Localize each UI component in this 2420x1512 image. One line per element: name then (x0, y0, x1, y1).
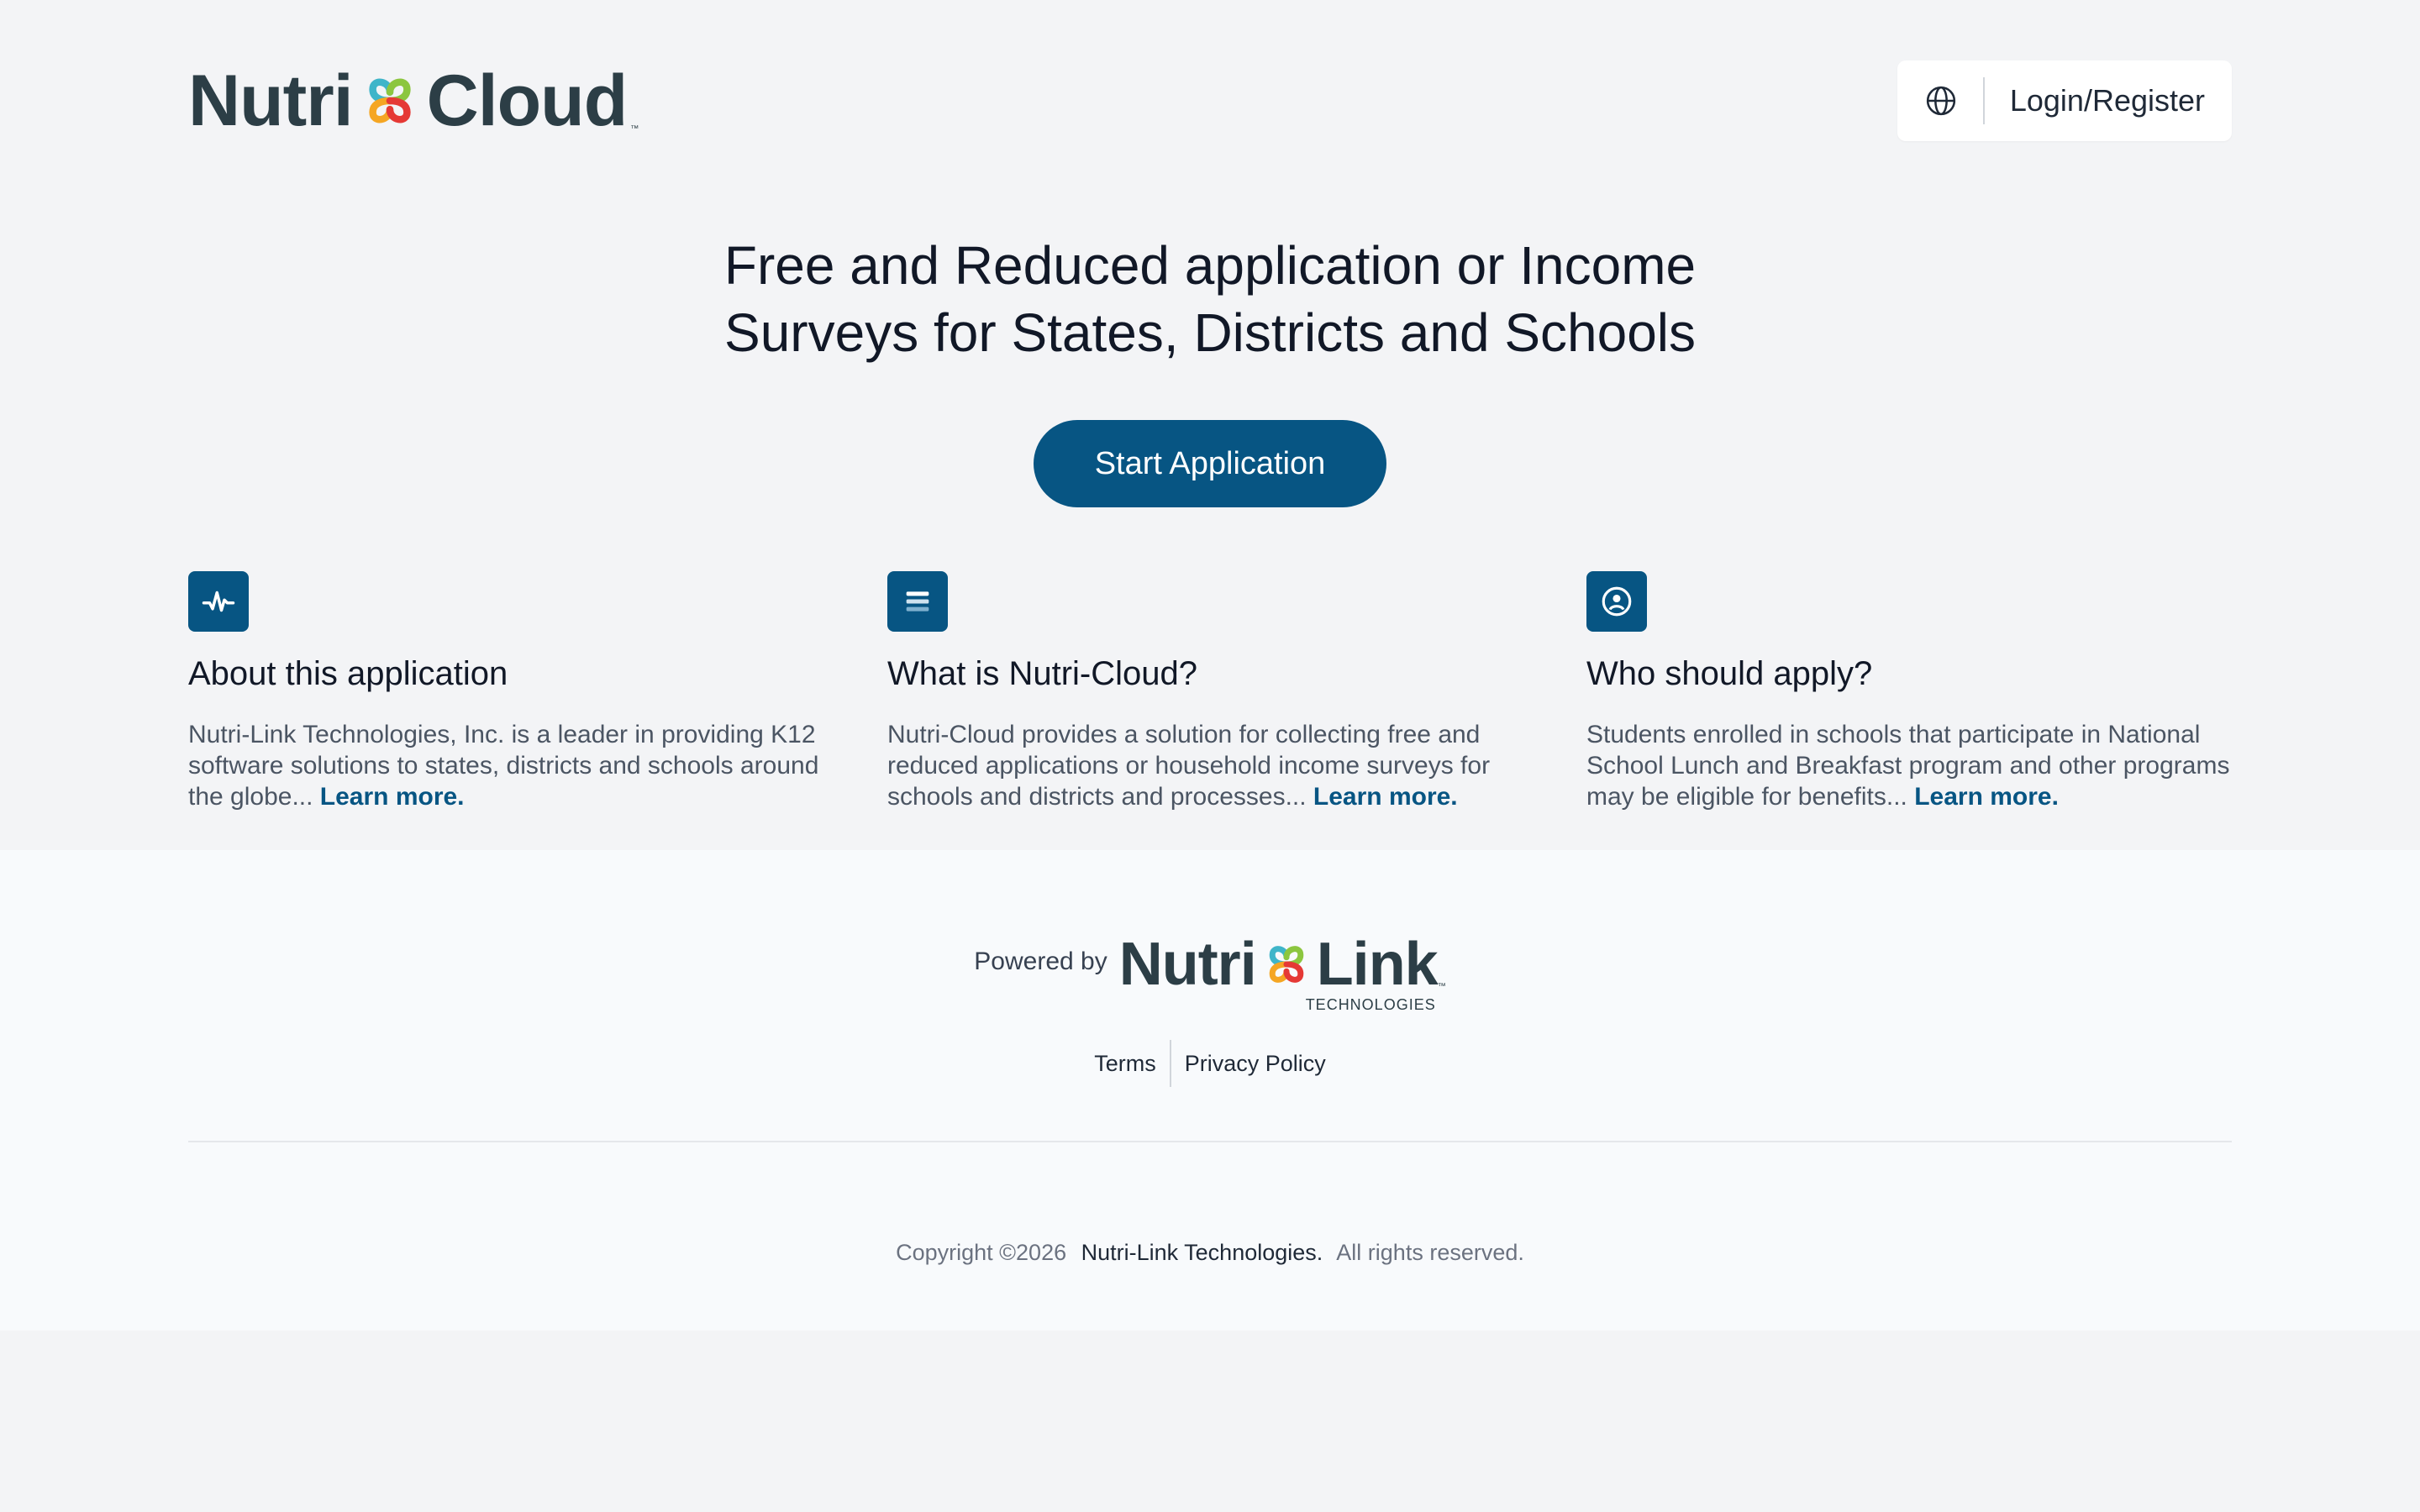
copyright-company: Nutri-Link Technologies. (1081, 1240, 1323, 1265)
landing-page: Nutri Cloud ™ Login/Register Free and Re… (0, 0, 2420, 1512)
nutri-cloud-logo[interactable]: Nutri Cloud ™ (188, 65, 639, 137)
footer: Powered by Nutri Link ™ TECHNOLOGIES Ter… (0, 850, 2420, 1331)
feature-title: Who should apply? (1586, 655, 1873, 692)
learn-more-link-who[interactable]: Learn more. (1914, 783, 2059, 811)
page-title-line-1: Free and Reduced application or Income (723, 235, 1697, 296)
feature-title: What is Nutri-Cloud? (887, 655, 1198, 692)
feature-title: About this application (188, 655, 508, 692)
brand-knot-icon (1269, 946, 1304, 983)
learn-more-link-what-is[interactable]: Learn more. (1313, 783, 1458, 811)
header-divider (1982, 77, 1985, 124)
list-icon (887, 571, 948, 632)
page-title-line-2: Surveys for States, Districts and School… (724, 302, 1696, 363)
feature-description: Nutri-Link Technologies, Inc. is a leade… (188, 719, 834, 812)
brand-word-right: Cloud (426, 60, 629, 141)
copyright-rights: All rights reserved. (1336, 1240, 1524, 1265)
header: Nutri Cloud ™ Login/Register (188, 60, 2232, 141)
nl-technologies-label: TECHNOLOGIES (1305, 996, 1436, 1013)
activity-icon (188, 571, 249, 632)
feature-who-apply: Who should apply? Students enrolled in s… (1586, 571, 2232, 812)
globe-icon[interactable] (1924, 84, 1958, 118)
login-register-link[interactable]: Login/Register (2010, 83, 2205, 118)
nl-word-left: Nutri (1118, 931, 1257, 998)
nutri-link-logo[interactable]: Nutri Link ™ TECHNOLOGIES (1119, 934, 1446, 1014)
feature-description: Nutri-Cloud provides a solution for coll… (887, 719, 1533, 812)
footer-divider (188, 1141, 2232, 1142)
learn-more-link-about[interactable]: Learn more. (320, 783, 465, 811)
start-application-button[interactable]: Start Application (1034, 420, 1386, 507)
nl-trademark: ™ (1437, 982, 1446, 991)
footer-links: Terms Privacy Policy (0, 1040, 2420, 1087)
user-circle-icon (1586, 571, 1647, 632)
copyright: Copyright ©2026 Nutri-Link Technologies.… (0, 1240, 2420, 1266)
feature-about: About this application Nutri-Link Techno… (188, 571, 834, 812)
feature-body-text: Students enrolled in schools that partic… (1586, 721, 2230, 811)
nutri-link-wordmark: Nutri Link ™ (1119, 934, 1446, 995)
header-actions: Login/Register (1897, 60, 2232, 141)
powered-by-label: Powered by (974, 948, 1107, 975)
terms-link[interactable]: Terms (1094, 1051, 1156, 1077)
brand-knot-icon (368, 78, 411, 123)
privacy-policy-link[interactable]: Privacy Policy (1185, 1051, 1326, 1077)
footer-links-divider (1169, 1040, 1171, 1087)
copyright-prefix: Copyright ©2026 (896, 1240, 1067, 1265)
brand-word-left: Nutri (188, 60, 354, 141)
feature-what-is: What is Nutri-Cloud? Nutri-Cloud provide… (887, 571, 1533, 812)
page-title: Free and Reduced application or Income S… (0, 232, 2420, 366)
feature-list: About this application Nutri-Link Techno… (188, 571, 2232, 812)
feature-body-text: Nutri-Link Technologies, Inc. is a leade… (188, 721, 819, 811)
feature-description: Students enrolled in schools that partic… (1586, 719, 2232, 812)
powered-by: Powered by Nutri Link ™ TECHNOLOGIES (0, 934, 2420, 1014)
brand-trademark: ™ (630, 124, 639, 134)
nl-word-right: Link (1316, 931, 1439, 998)
